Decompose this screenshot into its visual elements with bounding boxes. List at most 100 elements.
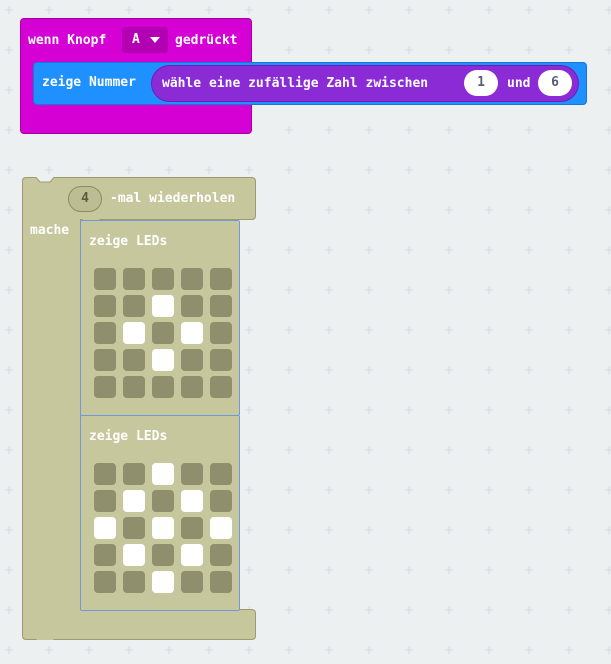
led-cell[interactable] [123,268,145,290]
grid-plus-icon: + [604,243,611,257]
grid-plus-icon: + [284,283,295,297]
grid-plus-icon: + [204,163,215,177]
grid-plus-icon: + [284,163,295,177]
led-cell[interactable] [123,463,145,485]
grid-plus-icon: + [44,163,55,177]
led-cell[interactable] [123,322,145,344]
led-cell[interactable] [210,295,232,317]
grid-plus-icon: + [604,323,611,337]
show-leds-block-2[interactable]: zeige LEDs [80,415,240,611]
led-cell[interactable] [123,571,145,593]
grid-plus-icon: + [364,403,375,417]
led-cell[interactable] [210,544,232,566]
grid-plus-icon: + [604,283,611,297]
grid-plus-icon: + [284,363,295,377]
grid-plus-icon: + [484,483,495,497]
grid-plus-icon: + [324,163,335,177]
grid-plus-icon: + [4,403,15,417]
grid-plus-icon: + [164,3,175,17]
led-cell[interactable] [181,517,203,539]
led-cell[interactable] [123,490,145,512]
led-cell[interactable] [94,463,116,485]
grid-plus-icon: + [204,643,215,657]
grid-plus-icon: + [4,443,15,457]
led-cell[interactable] [123,544,145,566]
led-cell[interactable] [94,376,116,398]
grid-plus-icon: + [564,243,575,257]
led-cell[interactable] [181,322,203,344]
led-cell[interactable] [94,295,116,317]
grid-plus-icon: + [284,123,295,137]
grid-plus-icon: + [604,643,611,657]
led-cell[interactable] [94,544,116,566]
led-cell[interactable] [94,322,116,344]
led-cell[interactable] [123,376,145,398]
random-min-input[interactable]: 1 [464,70,498,96]
led-cell[interactable] [94,349,116,371]
grid-plus-icon: + [284,43,295,57]
grid-plus-icon: + [284,563,295,577]
random-max-input[interactable]: 6 [538,70,572,96]
grid-plus-icon: + [324,563,335,577]
led-cell[interactable] [152,322,174,344]
led-cell[interactable] [94,268,116,290]
grid-plus-icon: + [444,403,455,417]
led-cell[interactable] [210,349,232,371]
grid-plus-icon: + [604,3,611,17]
grid-plus-icon: + [324,403,335,417]
grid-plus-icon: + [404,563,415,577]
led-cell[interactable] [152,571,174,593]
led-cell[interactable] [152,463,174,485]
led-matrix [94,463,234,603]
led-cell[interactable] [181,490,203,512]
grid-plus-icon: + [44,3,55,17]
led-cell[interactable] [152,376,174,398]
random-and-label: und [507,76,531,91]
led-cell[interactable] [152,268,174,290]
grid-plus-icon: + [564,163,575,177]
led-cell[interactable] [210,571,232,593]
event-suffix-label: gedrückt [175,33,238,48]
grid-plus-icon: + [524,603,535,617]
grid-plus-icon: + [604,523,611,537]
led-matrix [94,268,234,408]
show-leds-label: zeige LEDs [89,234,168,249]
led-cell[interactable] [94,571,116,593]
led-cell[interactable] [181,268,203,290]
grid-plus-icon: + [364,163,375,177]
led-cell[interactable] [181,295,203,317]
led-cell[interactable] [210,517,232,539]
led-cell[interactable] [123,295,145,317]
grid-plus-icon: + [324,243,335,257]
repeat-count-input[interactable]: 4 [68,186,102,212]
led-cell[interactable] [181,544,203,566]
grid-plus-icon: + [4,203,15,217]
grid-plus-icon: + [84,163,95,177]
grid-plus-icon: + [524,563,535,577]
led-cell[interactable] [152,517,174,539]
grid-plus-icon: + [444,323,455,337]
led-cell[interactable] [181,463,203,485]
led-cell[interactable] [94,490,116,512]
led-cell[interactable] [210,322,232,344]
led-cell[interactable] [123,349,145,371]
grid-plus-icon: + [404,203,415,217]
show-leds-block-1[interactable]: zeige LEDs [80,220,240,416]
led-cell[interactable] [152,490,174,512]
led-cell[interactable] [210,490,232,512]
led-cell[interactable] [152,544,174,566]
led-cell[interactable] [94,517,116,539]
led-cell[interactable] [181,571,203,593]
led-cell[interactable] [210,376,232,398]
led-cell[interactable] [152,295,174,317]
led-cell[interactable] [181,376,203,398]
led-cell[interactable] [181,349,203,371]
grid-plus-icon: + [524,403,535,417]
led-cell[interactable] [210,463,232,485]
grid-plus-icon: + [324,363,335,377]
button-select-dropdown[interactable]: A [122,27,168,53]
pick-random-block[interactable]: wähle eine zufällige Zahl zwischen 1 und… [151,65,579,102]
led-cell[interactable] [123,517,145,539]
led-cell[interactable] [210,268,232,290]
led-cell[interactable] [152,349,174,371]
